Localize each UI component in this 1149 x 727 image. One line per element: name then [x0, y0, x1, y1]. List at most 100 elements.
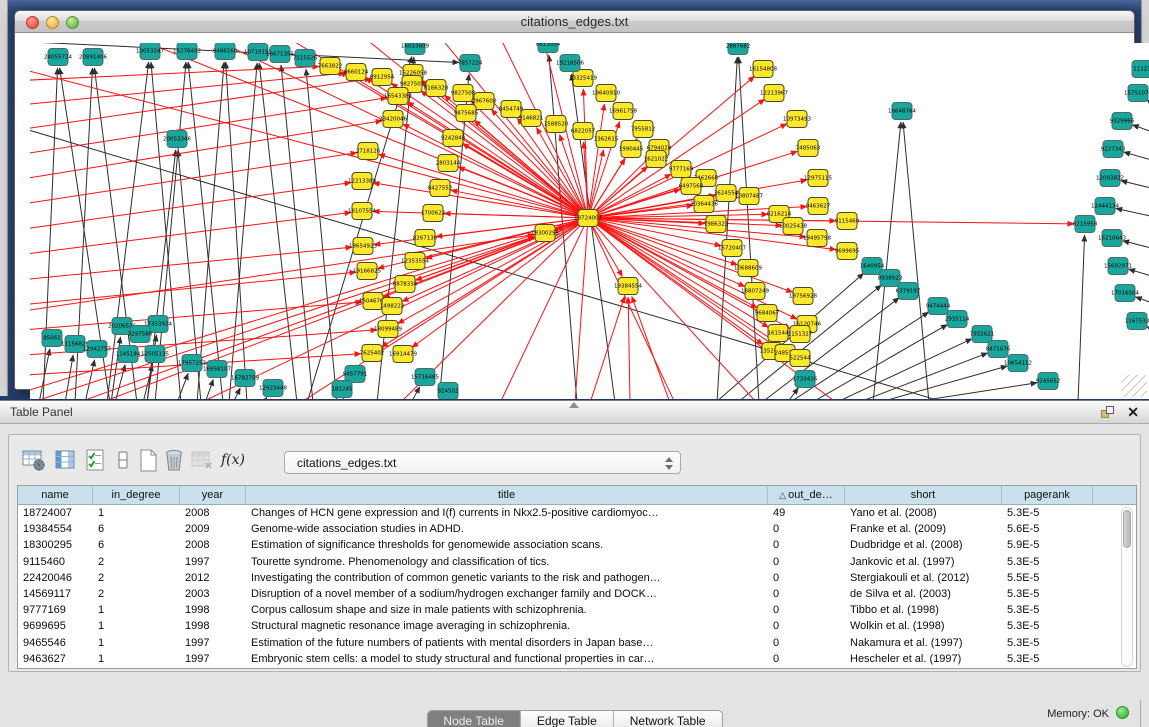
table-cell[interactable]: 5.3E-5	[1002, 586, 1093, 602]
column-header-year[interactable]: year	[180, 486, 246, 505]
graph-edge[interactable]	[43, 68, 58, 399]
table-cell[interactable]: 9115460	[18, 554, 93, 570]
table-cell[interactable]: 1	[93, 505, 180, 521]
table-cell[interactable]: 5.3E-5	[1002, 635, 1093, 651]
table-row[interactable]: 1872400712008Changes of HCN gene express…	[18, 505, 1136, 521]
table-row[interactable]: 946362711997Embryonic stem cells: a mode…	[18, 651, 1136, 667]
table-cell[interactable]: 9465546	[18, 635, 93, 651]
network-graph[interactable]: 1872400776638228660124891295415226058982…	[30, 43, 1149, 399]
table-cell[interactable]: 0	[768, 602, 845, 618]
table-row[interactable]: 2242004622012Investigating the contribut…	[18, 570, 1136, 586]
table-cell[interactable]: 18300295	[18, 537, 93, 553]
graph-edge[interactable]	[281, 65, 313, 399]
table-row[interactable]: 1938455462009Genome-wide association stu…	[18, 521, 1136, 537]
graph-edge[interactable]	[30, 247, 352, 281]
table-cell[interactable]: 0	[768, 651, 845, 667]
table-cell[interactable]: 22420046	[18, 570, 93, 586]
table-cell[interactable]: Jankovic et al. (1997)	[845, 554, 1002, 570]
network-graph-canvas[interactable]: 1872400776638228660124891295415226058982…	[30, 43, 1149, 399]
table-cell[interactable]: 49	[768, 505, 845, 521]
table-cell[interactable]: 2	[93, 554, 180, 570]
table-cell[interactable]: Disruption of a novel member of a sodium…	[246, 586, 768, 602]
column-header-title[interactable]: title	[246, 486, 768, 505]
table-cell[interactable]: 1998	[180, 602, 246, 618]
table-cell[interactable]: Estimation of the future numbers of pati…	[246, 635, 768, 651]
table-row[interactable]: 977716911998Corpus callosum shape and si…	[18, 602, 1136, 618]
table-cell[interactable]: 9699695	[18, 618, 93, 634]
column-header-out_de[interactable]: △out_de…	[768, 486, 845, 505]
column-visibility-icon[interactable]	[53, 448, 79, 473]
table-settings-icon[interactable]	[21, 448, 47, 473]
function-builder-icon[interactable]: f(x)	[221, 448, 247, 473]
tab-node-table[interactable]: Node Table	[427, 711, 521, 727]
table-row[interactable]: 969969511998Structural magnetic resonanc…	[18, 618, 1136, 634]
table-cell[interactable]: 0	[768, 635, 845, 651]
table-cell[interactable]: 1	[93, 618, 180, 634]
table-cell[interactable]: 9777169	[18, 602, 93, 618]
table-cell[interactable]: Embryonic stem cells: a model to study s…	[246, 651, 768, 667]
table-select-dropdown[interactable]: citations_edges.txt	[284, 451, 681, 474]
row-mode-icon[interactable]	[110, 448, 136, 473]
table-cell[interactable]: 5.3E-5	[1002, 618, 1093, 634]
graph-edge[interactable]	[632, 296, 670, 399]
graph-edge[interactable]	[259, 63, 297, 399]
table-cell[interactable]: de Silva et al. (2003)	[845, 586, 1002, 602]
window-titlebar[interactable]: citations_edges.txt	[15, 11, 1134, 33]
graph-edge[interactable]	[739, 57, 759, 399]
tab-edge-table[interactable]: Edge Table	[521, 711, 614, 727]
graph-edge[interactable]	[1121, 181, 1149, 189]
table-cell[interactable]: 5.9E-5	[1002, 537, 1093, 553]
graph-edge[interactable]	[30, 212, 351, 256]
table-cell[interactable]: 5.6E-5	[1002, 521, 1093, 537]
graph-edge[interactable]	[263, 397, 267, 399]
table-cell[interactable]: Genome-wide association studies in ADHD.	[246, 521, 768, 537]
table-cell[interactable]: 2	[93, 570, 180, 586]
graph-edge[interactable]	[77, 237, 535, 399]
table-cell[interactable]: Corpus callosum shape and size in male p…	[246, 602, 768, 618]
table-cell[interactable]: 5.3E-5	[1002, 505, 1093, 521]
delete-table-icon[interactable]	[189, 448, 215, 473]
table-cell[interactable]: Yano et al. (2008)	[845, 505, 1002, 521]
column-header-short[interactable]: short	[845, 486, 1002, 505]
table-row[interactable]: 911546021997Tourette syndrome. Phenomeno…	[18, 554, 1136, 570]
graph-edge[interactable]	[30, 66, 588, 218]
table-cell[interactable]: 6	[93, 521, 180, 537]
table-cell[interactable]: 1997	[180, 635, 246, 651]
table-cell[interactable]: 2012	[180, 570, 246, 586]
table-cell[interactable]: Wolkin et al. (1998)	[845, 618, 1002, 634]
graph-edge[interactable]	[1132, 125, 1149, 133]
graph-edge[interactable]	[1135, 297, 1149, 304]
graph-edge[interactable]	[412, 218, 588, 347]
column-header-pagerank[interactable]: pagerank	[1002, 486, 1093, 505]
graph-edge[interactable]	[233, 388, 240, 399]
table-cell[interactable]: 0	[768, 554, 845, 570]
table-cell[interactable]: Tibbo et al. (1998)	[845, 602, 1002, 618]
table-cell[interactable]: Changes of HCN gene expression and I(f) …	[246, 505, 768, 521]
graph-edge[interactable]	[458, 167, 588, 218]
table-cell[interactable]: 14569117	[18, 586, 93, 602]
table-panel-header[interactable]: Table Panel ✕	[0, 400, 1149, 424]
table-row[interactable]: 946554611997Estimation of the future num…	[18, 635, 1136, 651]
table-cell[interactable]: 0	[768, 618, 845, 634]
table-cell[interactable]: Structural magnetic resonance image aver…	[246, 618, 768, 634]
table-cell[interactable]: 5.3E-5	[1002, 554, 1093, 570]
graph-edge[interactable]	[205, 379, 213, 399]
table-cell[interactable]: Investigating the contribution of common…	[246, 570, 768, 586]
graph-edge[interactable]	[903, 122, 929, 399]
table-cell[interactable]: 0	[768, 521, 845, 537]
table-cell[interactable]: 5.3E-5	[1002, 651, 1093, 667]
graph-edge[interactable]	[1123, 241, 1149, 249]
table-cell[interactable]: 2008	[180, 537, 246, 553]
graph-edge[interactable]	[787, 388, 798, 399]
table-cell[interactable]: 1998	[180, 618, 246, 634]
close-panel-icon[interactable]: ✕	[1127, 404, 1139, 421]
graph-edge[interactable]	[1124, 152, 1149, 161]
table-cell[interactable]: 1	[93, 602, 180, 618]
table-cell[interactable]: 1	[93, 651, 180, 667]
graph-edge[interactable]	[306, 69, 337, 399]
column-header-name[interactable]: name	[18, 486, 93, 505]
table-cell[interactable]: 0	[768, 570, 845, 586]
graph-edge[interactable]	[1116, 208, 1149, 217]
table-cell[interactable]: 2009	[180, 521, 246, 537]
table-row[interactable]: 1456911722003Disruption of a novel membe…	[18, 586, 1136, 602]
